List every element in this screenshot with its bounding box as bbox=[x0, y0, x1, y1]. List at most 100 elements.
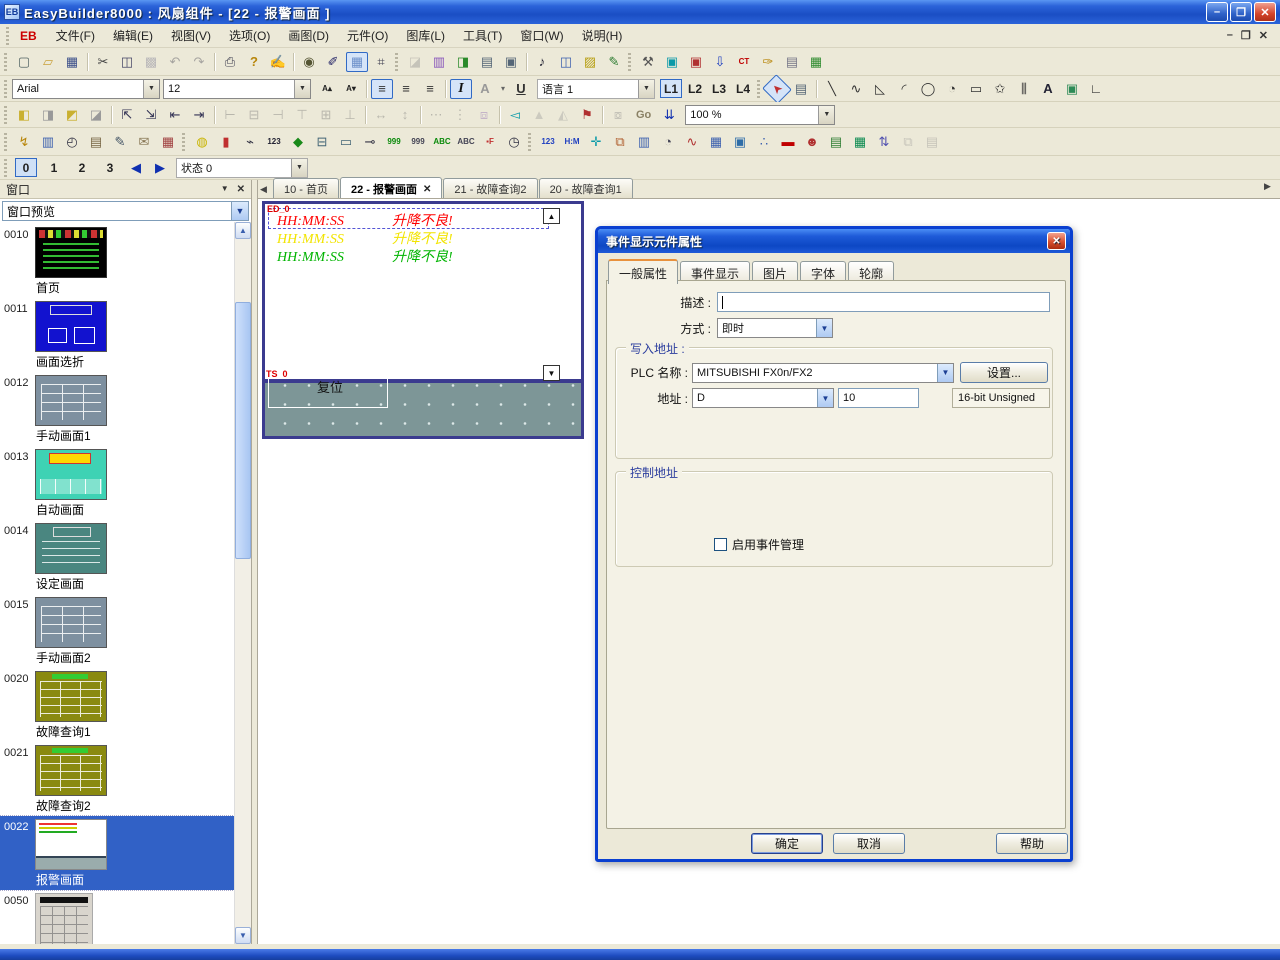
tab-close-icon[interactable]: ✕ bbox=[423, 184, 431, 195]
macro-icon[interactable]: ◫ bbox=[555, 52, 577, 72]
open-file-icon[interactable]: ▱ bbox=[37, 52, 59, 72]
offline-simulation-icon[interactable]: ▣ bbox=[685, 52, 707, 72]
doc-edit-icon[interactable]: ✎ bbox=[109, 132, 131, 152]
text-entry-icon[interactable]: ▭ bbox=[335, 132, 357, 152]
menu-item-0[interactable]: 文件(F) bbox=[47, 26, 104, 46]
state-button-1[interactable]: 1 bbox=[43, 158, 65, 177]
save-icon[interactable]: ▦ bbox=[61, 52, 83, 72]
state-button-3[interactable]: 3 bbox=[99, 158, 121, 177]
history-table-icon[interactable]: ▦ bbox=[705, 132, 727, 152]
menu-item-9[interactable]: 说明(H) bbox=[573, 26, 632, 46]
bit-lamp-icon[interactable]: ◍ bbox=[191, 132, 213, 152]
underline-icon[interactable]: U bbox=[510, 79, 532, 99]
calendar-icon[interactable]: ▦ bbox=[157, 132, 179, 152]
shrink-width-icon[interactable]: ⇤ bbox=[164, 105, 186, 125]
tab-scroll-right-icon[interactable]: ▶ bbox=[1264, 181, 1275, 192]
scrollbar-thumb[interactable] bbox=[235, 302, 251, 559]
scale-tool-icon[interactable]: ⫼ bbox=[1013, 79, 1035, 99]
window-thumbnail[interactable] bbox=[35, 597, 107, 648]
pie-tool-icon[interactable]: ◔ bbox=[941, 79, 963, 99]
event-display-icon[interactable]: ▤ bbox=[825, 132, 847, 152]
shrink-font-icon[interactable]: A▾ bbox=[340, 79, 362, 99]
shrink-height-icon[interactable]: ⇥ bbox=[188, 105, 210, 125]
find-icon[interactable]: ◉ bbox=[298, 52, 320, 72]
address-library-icon[interactable]: ▥ bbox=[428, 52, 450, 72]
settings-button[interactable]: 设置... bbox=[960, 362, 1048, 383]
bring-forward-icon[interactable]: ◩ bbox=[61, 105, 83, 125]
menu-item-2[interactable]: 视图(V) bbox=[162, 26, 220, 46]
select-cursor-icon[interactable]: ➤ bbox=[762, 74, 792, 104]
element-scroll-up-icon[interactable]: ▲ bbox=[543, 208, 560, 224]
bring-to-front-icon[interactable]: ◧ bbox=[13, 105, 35, 125]
function-key-icon[interactable]: ◆ bbox=[287, 132, 309, 152]
schedule-icon[interactable]: ▦ bbox=[849, 132, 871, 152]
numeric-display-icon[interactable]: 999 bbox=[383, 132, 405, 152]
font-color-dropdown-icon[interactable]: ▾ bbox=[498, 79, 508, 99]
window-thumbnail[interactable] bbox=[35, 671, 107, 722]
align-right-icon[interactable]: ≡ bbox=[419, 79, 441, 99]
menu-item-7[interactable]: 工具(T) bbox=[454, 26, 511, 46]
dialog-titlebar[interactable]: 事件显示元件属性 ✕ bbox=[598, 229, 1070, 253]
time-tag-icon[interactable]: H:M bbox=[561, 132, 583, 152]
draw-pen-icon[interactable]: ✐ bbox=[322, 52, 344, 72]
element-scroll-down-icon[interactable]: ▼ bbox=[543, 365, 560, 381]
word-lamp-icon[interactable]: ▮ bbox=[215, 132, 237, 152]
sound-library-icon[interactable]: ♪ bbox=[531, 52, 553, 72]
cancel-button[interactable]: 取消 bbox=[833, 833, 905, 854]
state-select[interactable]: 状态 0▼ bbox=[176, 158, 308, 178]
scheduler-icon[interactable]: ◴ bbox=[61, 132, 83, 152]
address-value-input[interactable]: 10 bbox=[838, 388, 919, 408]
help-icon[interactable]: ? bbox=[243, 52, 265, 72]
pointer-jog-icon[interactable]: ↯ bbox=[13, 132, 35, 152]
data-table-icon[interactable]: ▦ bbox=[805, 52, 827, 72]
group-library-icon[interactable]: ▣ bbox=[500, 52, 522, 72]
shape-library-icon[interactable]: ▤ bbox=[476, 52, 498, 72]
plc-name-select[interactable]: MITSUBISHI FX0n/FX2▼ bbox=[692, 363, 954, 383]
mode-select[interactable]: 即时▼ bbox=[717, 318, 833, 338]
window-item-0013[interactable]: 0013自动画面 bbox=[0, 446, 234, 520]
selection-rect[interactable] bbox=[268, 208, 549, 229]
window-thumbnail[interactable] bbox=[35, 819, 107, 870]
label-library-icon[interactable]: ▨ bbox=[579, 52, 601, 72]
flip-horizontal-icon[interactable]: ◅ bbox=[504, 105, 526, 125]
numeric-tag-icon[interactable]: 123 bbox=[537, 132, 559, 152]
state-button-2[interactable]: 2 bbox=[71, 158, 93, 177]
toggle-switch-icon[interactable]: ⌁ bbox=[239, 132, 261, 152]
window-item-0011[interactable]: 0011画面选折 bbox=[0, 298, 234, 372]
polygon-tool-icon[interactable]: ✩ bbox=[989, 79, 1011, 99]
window-thumbnail[interactable] bbox=[35, 745, 107, 796]
window-thumbnail[interactable] bbox=[35, 227, 107, 278]
italic-icon[interactable]: I bbox=[450, 79, 472, 99]
image-tool-icon[interactable]: ▣ bbox=[1061, 79, 1083, 99]
csv-icon[interactable]: ▤ bbox=[781, 52, 803, 72]
print-icon[interactable]: ⎙ bbox=[219, 52, 241, 72]
string-edit-icon[interactable]: ✎ bbox=[603, 52, 625, 72]
window-thumbnail[interactable] bbox=[35, 523, 107, 574]
menu-item-8[interactable]: 窗口(W) bbox=[511, 26, 572, 46]
window-item-0015[interactable]: 0015手动画面2 bbox=[0, 594, 234, 668]
font-size-select[interactable]: 12▼ bbox=[163, 79, 311, 99]
help-button[interactable]: 帮助 bbox=[996, 833, 1068, 854]
mdi-restore-button[interactable]: ❐ bbox=[1241, 29, 1251, 42]
prev-state-icon[interactable]: ◀ bbox=[125, 158, 147, 178]
menu-item-3[interactable]: 选项(O) bbox=[220, 26, 279, 46]
line-tool-icon[interactable]: ╲ bbox=[821, 79, 843, 99]
multi-state-switch-icon[interactable]: 123 bbox=[263, 132, 285, 152]
context-help-icon[interactable]: ✍ bbox=[267, 52, 289, 72]
send-backward-icon[interactable]: ◪ bbox=[85, 105, 107, 125]
arc-tool-icon[interactable]: ◜ bbox=[893, 79, 915, 99]
function-button-icon[interactable]: ▪F bbox=[479, 132, 501, 152]
document-tab-1[interactable]: 22 - 报警画面✕ bbox=[340, 177, 442, 198]
panel-close-icon[interactable]: ✕ bbox=[237, 184, 245, 195]
description-input[interactable] bbox=[717, 292, 1050, 312]
moving-shape-icon[interactable]: ✛ bbox=[585, 132, 607, 152]
window-item-0020[interactable]: 0020故障查询1 bbox=[0, 668, 234, 742]
circle-tool-icon[interactable]: ◯ bbox=[917, 79, 939, 99]
window-thumbnail[interactable] bbox=[35, 301, 107, 352]
window-item-0010[interactable]: 0010首页 bbox=[0, 224, 234, 298]
document-tab-0[interactable]: 10 - 首页 bbox=[273, 178, 339, 198]
meter-display-icon[interactable]: ◔ bbox=[657, 132, 679, 152]
alarm-bar-icon[interactable]: ▬ bbox=[777, 132, 799, 152]
document-tab-2[interactable]: 21 - 故障查询2 bbox=[443, 178, 537, 198]
numeric-input-icon[interactable]: 999 bbox=[407, 132, 429, 152]
